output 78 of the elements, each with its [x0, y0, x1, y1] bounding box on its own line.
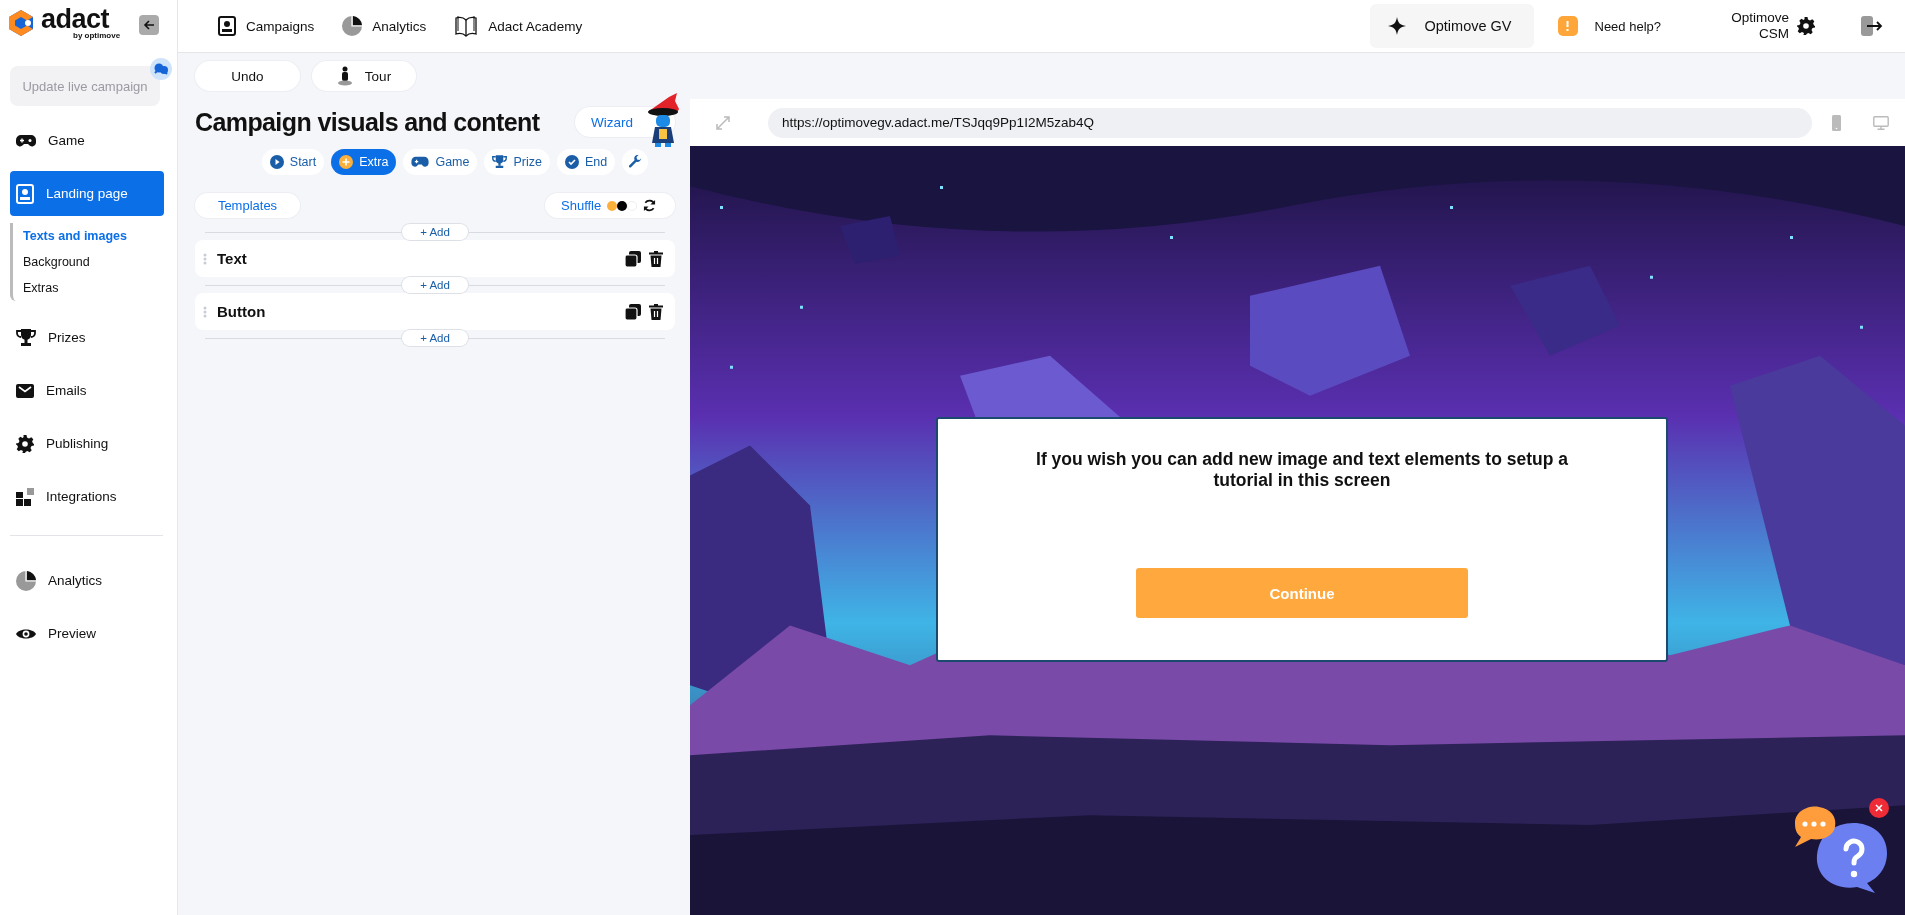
person-icon — [336, 66, 353, 86]
copy-icon — [625, 303, 641, 320]
tour-button[interactable]: Tour — [312, 61, 416, 91]
sidebar-item[interactable]: Game — [10, 118, 164, 163]
logo-text: adact — [41, 6, 110, 32]
drag-handle-icon — [203, 305, 207, 318]
element-label: Button — [217, 303, 267, 320]
mobile-icon — [1832, 114, 1841, 131]
url-field[interactable]: https://optimovegv.adact.me/TSJqq9Pp1I2M5zab4Q — [768, 107, 1812, 138]
pie-chart-icon — [342, 16, 363, 36]
element-label: Text — [217, 250, 248, 267]
check-circle-icon — [564, 155, 579, 169]
add-button[interactable]: + Add — [402, 224, 468, 240]
shuffle-button[interactable]: Shuffle — [545, 193, 675, 218]
sidebar-item[interactable]: Preview — [10, 611, 164, 656]
refresh-icon — [643, 199, 657, 212]
trophy-icon — [492, 155, 508, 169]
add-button[interactable]: + Add — [402, 277, 468, 293]
portrait-icon — [16, 183, 34, 204]
page-title: Campaign visuals and content — [195, 107, 540, 137]
logo-tagline: by optimove — [73, 31, 121, 40]
gamepad-icon — [16, 132, 36, 149]
envelope-icon — [16, 383, 34, 398]
wrench-icon — [628, 155, 643, 169]
step-tab[interactable]: End — [556, 149, 616, 175]
play-icon — [269, 155, 284, 169]
exclamation-icon — [1566, 21, 1569, 31]
sidebar-item[interactable]: Emails — [10, 368, 164, 413]
sidebar-item[interactable]: Prizes — [10, 315, 164, 360]
add-button[interactable]: + Add — [402, 330, 468, 346]
desktop-icon — [1873, 115, 1889, 130]
sidebar-item[interactable]: Analytics — [10, 558, 164, 603]
sidebar-item[interactable]: Publishing — [10, 421, 164, 466]
top-nav-link[interactable]: Adact Academy — [454, 15, 583, 37]
sidebar-subitem[interactable]: Extras — [13, 275, 163, 301]
trash-icon — [649, 250, 663, 267]
element-card[interactable]: Button — [195, 293, 675, 330]
expand-icon — [716, 115, 730, 130]
step-tab[interactable]: Game — [403, 149, 478, 175]
logout-button[interactable] — [1861, 16, 1883, 36]
gear-icon — [1797, 17, 1815, 35]
step-tab[interactable]: Start — [261, 149, 325, 175]
plus-circle-icon — [339, 155, 354, 169]
open-book-icon — [454, 15, 479, 37]
gamepad-icon — [411, 156, 430, 168]
user-name: Optimove CSM — [1730, 10, 1789, 42]
collapse-button[interactable] — [139, 15, 159, 35]
templates-button[interactable]: Templates — [195, 193, 300, 218]
step-tab[interactable]: Extra — [331, 149, 397, 175]
close-icon — [1875, 804, 1883, 812]
copy-icon — [625, 250, 641, 267]
blocks-icon — [16, 487, 34, 506]
back-arrow-icon — [143, 19, 155, 31]
sidebar-item[interactable]: Landing page — [10, 171, 164, 216]
sidebar-subitem[interactable]: Texts and images — [13, 223, 163, 249]
top-nav-link[interactable]: Analytics — [342, 16, 427, 36]
chat-badge[interactable] — [150, 58, 172, 80]
chat-bubbles-icon — [154, 63, 168, 75]
step-tab[interactable]: Prize — [484, 149, 550, 175]
trash-icon — [649, 303, 663, 320]
logout-icon — [1861, 16, 1883, 36]
dialog-text: If you wish you can add new image and text elements to setup a tutorial in this screen — [1035, 449, 1569, 491]
gear-icon — [16, 434, 34, 453]
element-card[interactable]: Text — [195, 240, 675, 277]
drag-handle-icon — [203, 252, 207, 265]
settings-button[interactable] — [622, 149, 649, 175]
undo-button[interactable]: Undo — [195, 61, 300, 91]
help-link[interactable]: Need help? — [1557, 16, 1661, 36]
sparkle-icon — [1388, 17, 1407, 35]
portrait-icon — [218, 16, 236, 36]
settings-button[interactable] — [1797, 17, 1815, 35]
top-nav-link[interactable]: Campaigns — [218, 16, 315, 36]
sidebar-subitem[interactable]: Background — [13, 249, 163, 275]
pie-chart-icon — [16, 570, 36, 591]
trophy-icon — [16, 328, 36, 347]
workspace-switcher[interactable]: Optimove GV — [1370, 4, 1534, 48]
sidebar-item[interactable]: Integrations — [10, 474, 164, 519]
wizard-mascot-drawing — [647, 93, 681, 147]
